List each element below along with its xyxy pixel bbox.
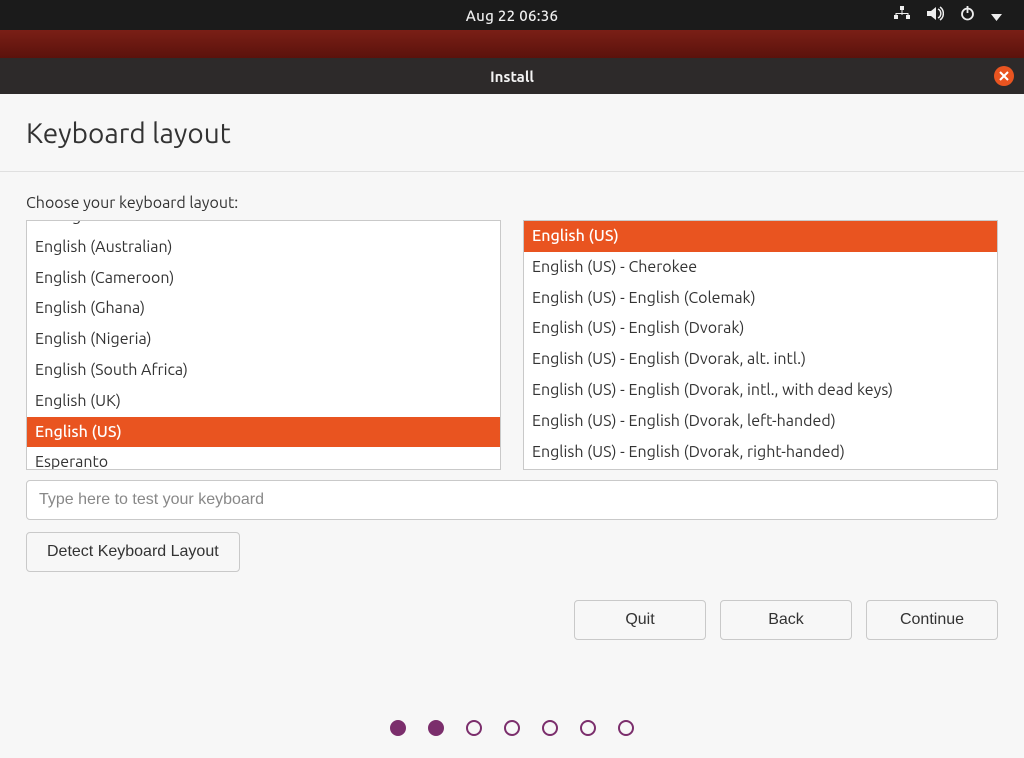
quit-button[interactable]: Quit xyxy=(574,600,706,640)
progress-dot xyxy=(580,720,596,736)
layout-item[interactable]: English (UK) xyxy=(27,386,500,417)
content-area: Keyboard layout Choose your keyboard lay… xyxy=(0,94,1024,758)
window-titlebar: Install xyxy=(0,58,1024,94)
layout-item[interactable]: English (US) xyxy=(27,417,500,448)
detect-layout-button[interactable]: Detect Keyboard Layout xyxy=(26,532,240,572)
progress-dot xyxy=(390,720,406,736)
window-title: Install xyxy=(490,68,534,85)
layout-item[interactable]: English (Australian) xyxy=(27,232,500,263)
divider xyxy=(0,171,1024,172)
progress-dots xyxy=(0,720,1024,736)
layout-item[interactable]: English (Ghana) xyxy=(27,293,500,324)
system-tray xyxy=(893,6,1002,24)
top-status-bar: Aug 22 06:36 xyxy=(0,0,1024,30)
volume-icon[interactable] xyxy=(927,6,944,24)
variant-item[interactable]: English (US) - English (Dvorak) xyxy=(524,313,997,344)
variant-item[interactable]: English (US) - Cherokee xyxy=(524,252,997,283)
close-icon xyxy=(999,71,1009,81)
power-icon[interactable] xyxy=(960,6,975,24)
close-button[interactable] xyxy=(994,66,1014,86)
layout-lists: DzongkhaEnglish (Australian)English (Cam… xyxy=(26,220,998,470)
variant-item[interactable]: English (US) - English (Dvorak, left-han… xyxy=(524,406,997,437)
detect-row: Detect Keyboard Layout xyxy=(26,532,998,572)
variant-item[interactable]: English (US) xyxy=(524,221,997,252)
layout-item[interactable]: Dzongkha xyxy=(27,220,500,232)
progress-dot xyxy=(428,720,444,736)
layout-item[interactable]: English (South Africa) xyxy=(27,355,500,386)
red-backdrop-strip xyxy=(0,30,1024,58)
layout-item[interactable]: English (Nigeria) xyxy=(27,324,500,355)
layout-listbox[interactable]: DzongkhaEnglish (Australian)English (Cam… xyxy=(26,220,501,470)
layout-item[interactable]: English (Cameroon) xyxy=(27,263,500,294)
network-icon[interactable] xyxy=(893,6,911,24)
progress-dot xyxy=(542,720,558,736)
variant-item[interactable]: English (US) - English (Dvorak, alt. int… xyxy=(524,344,997,375)
chevron-down-icon[interactable] xyxy=(991,7,1002,24)
navigation-row: Quit Back Continue xyxy=(26,600,998,640)
back-button[interactable]: Back xyxy=(720,600,852,640)
variant-item[interactable]: English (US) - English (Dvorak, right-ha… xyxy=(524,437,997,468)
clock-label: Aug 22 06:36 xyxy=(466,7,559,24)
choose-label: Choose your keyboard layout: xyxy=(26,194,998,212)
installer-window: Install Keyboard layout Choose your keyb… xyxy=(0,58,1024,758)
variant-listbox[interactable]: English (US)English (US) - CherokeeEngli… xyxy=(523,220,998,470)
variant-item[interactable]: English (US) - English (Dvorak, intl., w… xyxy=(524,375,997,406)
layout-item[interactable]: Esperanto xyxy=(27,447,500,470)
progress-dot xyxy=(466,720,482,736)
page-title: Keyboard layout xyxy=(26,118,998,149)
progress-dot xyxy=(504,720,520,736)
variant-item[interactable]: English (US) - English (Colemak) xyxy=(524,283,997,314)
progress-dot xyxy=(618,720,634,736)
variant-item[interactable]: English (US) - English (Macintosh) xyxy=(524,467,997,470)
continue-button[interactable]: Continue xyxy=(866,600,998,640)
keyboard-test-input[interactable] xyxy=(26,480,998,520)
